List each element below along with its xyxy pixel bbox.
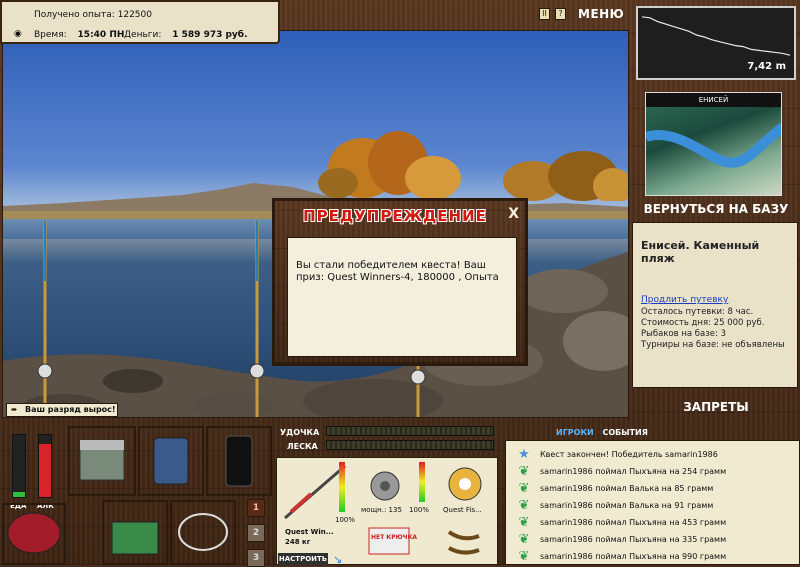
alcohol-meter — [38, 434, 52, 498]
fishing-rod-3[interactable] — [406, 361, 436, 418]
slot-tab-3[interactable]: 3 — [247, 549, 265, 567]
player-stats-panel: Получено опыта: 122500 ◉ Время: 15:40 ПН… — [0, 0, 280, 44]
arrow-down-icon[interactable]: ↘ — [333, 553, 342, 566]
time-label: Время: — [34, 30, 67, 40]
lure-icon — [447, 530, 480, 555]
food-meter — [12, 434, 26, 498]
right-trees — [503, 151, 628, 201]
food-meter-fill — [13, 492, 25, 497]
tab-events[interactable]: СОБЫТИЯ — [603, 428, 648, 437]
backpack-icon — [153, 437, 189, 485]
tab-players[interactable]: ИГРОКИ — [556, 428, 594, 437]
list-item: samarin1986 поймал Пыхъяна на 335 грамм — [540, 535, 727, 544]
rod-percent: 100% — [335, 516, 356, 524]
rod-label: УДОЧКА — [280, 428, 320, 437]
fishing-rod-1[interactable] — [33, 221, 63, 418]
depth-line — [641, 16, 791, 56]
list-item: Квест закончен! Победитель samarin1986 — [540, 450, 718, 459]
slot-tab-1[interactable]: 1 — [247, 499, 265, 517]
depth-value: 7,42 m — [747, 61, 786, 72]
money-row: Деньги: 1 589 973 руб. — [124, 30, 248, 40]
clock-icon: ◉ — [14, 29, 22, 39]
bucket-slot[interactable] — [2, 503, 66, 565]
rank-up-notice[interactable]: ➨ Ваш разряд вырос! — [6, 403, 118, 417]
alcohol-meter-fill — [39, 444, 51, 497]
fishing-rod-2[interactable] — [245, 221, 275, 418]
backpack-slot[interactable] — [138, 426, 204, 496]
line-tension-bar — [326, 440, 494, 450]
chat-tabs: ИГРОКИ СОБЫТИЯ — [556, 428, 648, 437]
arrow-icon: ➨ — [11, 405, 18, 414]
money-label: Деньги: — [124, 30, 162, 40]
warning-dialog: ПРЕДУПРЕЖДЕНИЕ X Вы стали победителем кв… — [272, 198, 528, 366]
experience-label: Получено опыта: — [34, 10, 115, 20]
rod-name: Quest Win... — [285, 528, 334, 536]
dialog-title: ПРЕДУПРЕЖДЕНИЕ — [303, 207, 487, 225]
time-row: Время: 15:40 ПН — [34, 30, 124, 40]
experience-value: 122500 — [117, 10, 152, 20]
autumn-trees — [318, 131, 461, 200]
rod-durability-bar — [339, 462, 345, 512]
phone-slot[interactable] — [206, 426, 272, 496]
event-log: ★ Квест закончен! Победитель samarin1986… — [505, 440, 800, 565]
tournaments-info: Турниры на базе: не объявлены — [641, 340, 785, 350]
location-title: Енисей. Каменный пляж — [641, 239, 760, 265]
butterfly-icon: ❦ — [518, 515, 530, 530]
list-item: samarin1986 поймал Пыхъяна на 254 грамм — [540, 467, 727, 476]
fishers-count: Рыбаков на базе: 3 — [641, 329, 726, 339]
star-icon: ★ — [518, 447, 530, 462]
map-title: ЕНИСЕЙ — [646, 93, 781, 107]
river-map-icon — [646, 122, 781, 168]
money-value: 1 589 973 руб. — [172, 30, 248, 40]
reel-durability-bar — [419, 462, 425, 502]
butterfly-icon: ❦ — [518, 464, 530, 479]
landing-net-slot[interactable] — [170, 500, 236, 565]
depth-chart: 7,42 m — [636, 6, 796, 80]
dialog-message: Вы стали победителем квеста! Ваш приз: Q… — [287, 237, 517, 357]
bait-box-icon — [111, 521, 159, 555]
butterfly-icon: ❦ — [518, 549, 530, 564]
butterfly-icon: ❦ — [518, 498, 530, 513]
list-item: samarin1986 поймал Пыхъяна на 990 грамм — [540, 552, 727, 561]
rod-tension-bar — [326, 426, 494, 436]
permit-remaining: Осталось путевки: 8 час. — [641, 307, 754, 317]
bait-box-slot[interactable] — [102, 500, 168, 565]
no-hook-label: НЕТ КРЮЧКА — [371, 534, 418, 541]
location-map[interactable]: ЕНИСЕЙ — [645, 92, 782, 196]
slot-tab-2[interactable]: 2 — [247, 524, 265, 542]
list-item: samarin1986 поймал Валька на 85 грамм — [540, 484, 714, 493]
tackle-panel[interactable]: 100% Quest Win... 248 кг мощн.: 135 100%… — [276, 457, 498, 565]
bucket-icon — [7, 512, 61, 554]
reel-icon — [370, 471, 400, 501]
butterfly-icon: ❦ — [518, 481, 530, 496]
time-value: 15:40 ПН — [77, 30, 125, 40]
return-to-base-button[interactable]: ВЕРНУТЬСЯ НА БАЗУ — [632, 202, 800, 216]
rod-weight: 248 кг — [285, 538, 311, 546]
pause-button[interactable]: II — [539, 8, 550, 20]
line-spool-icon — [448, 467, 482, 501]
no-hook-icon — [368, 527, 410, 555]
experience-row: Получено опыта: 122500 — [34, 10, 152, 20]
extend-permit-link[interactable]: Продлить путевку — [641, 295, 789, 305]
menu-button[interactable]: МЕНЮ — [578, 7, 624, 21]
tackle-box-icon — [79, 439, 125, 481]
line-name: Quest Fis... — [443, 506, 482, 514]
list-item: samarin1986 поймал Валька на 91 грамм — [540, 501, 714, 510]
phone-icon — [225, 435, 253, 487]
day-cost: Стоимость дня: 25 000 руб. — [641, 318, 765, 328]
reel-power: мощн.: 135 — [361, 506, 402, 514]
butterfly-icon: ❦ — [518, 532, 530, 547]
list-item: samarin1986 поймал Пыхъяна на 453 грамм — [540, 518, 727, 527]
reel-percent: 100% — [409, 506, 430, 514]
close-icon[interactable]: X — [508, 206, 519, 222]
bans-button[interactable]: ЗАПРЕТЫ — [632, 400, 800, 414]
setup-button[interactable]: НАСТРОИТЬ — [278, 553, 328, 565]
landing-net-icon — [178, 513, 228, 551]
tackle-box-slot[interactable] — [68, 426, 136, 496]
help-button[interactable]: ? — [555, 8, 566, 20]
rank-up-text: Ваш разряд вырос! — [25, 405, 116, 414]
location-info-panel: Енисей. Каменный пляж Продлить путевку О… — [632, 222, 798, 388]
line-label: ЛЕСКА — [287, 442, 318, 451]
